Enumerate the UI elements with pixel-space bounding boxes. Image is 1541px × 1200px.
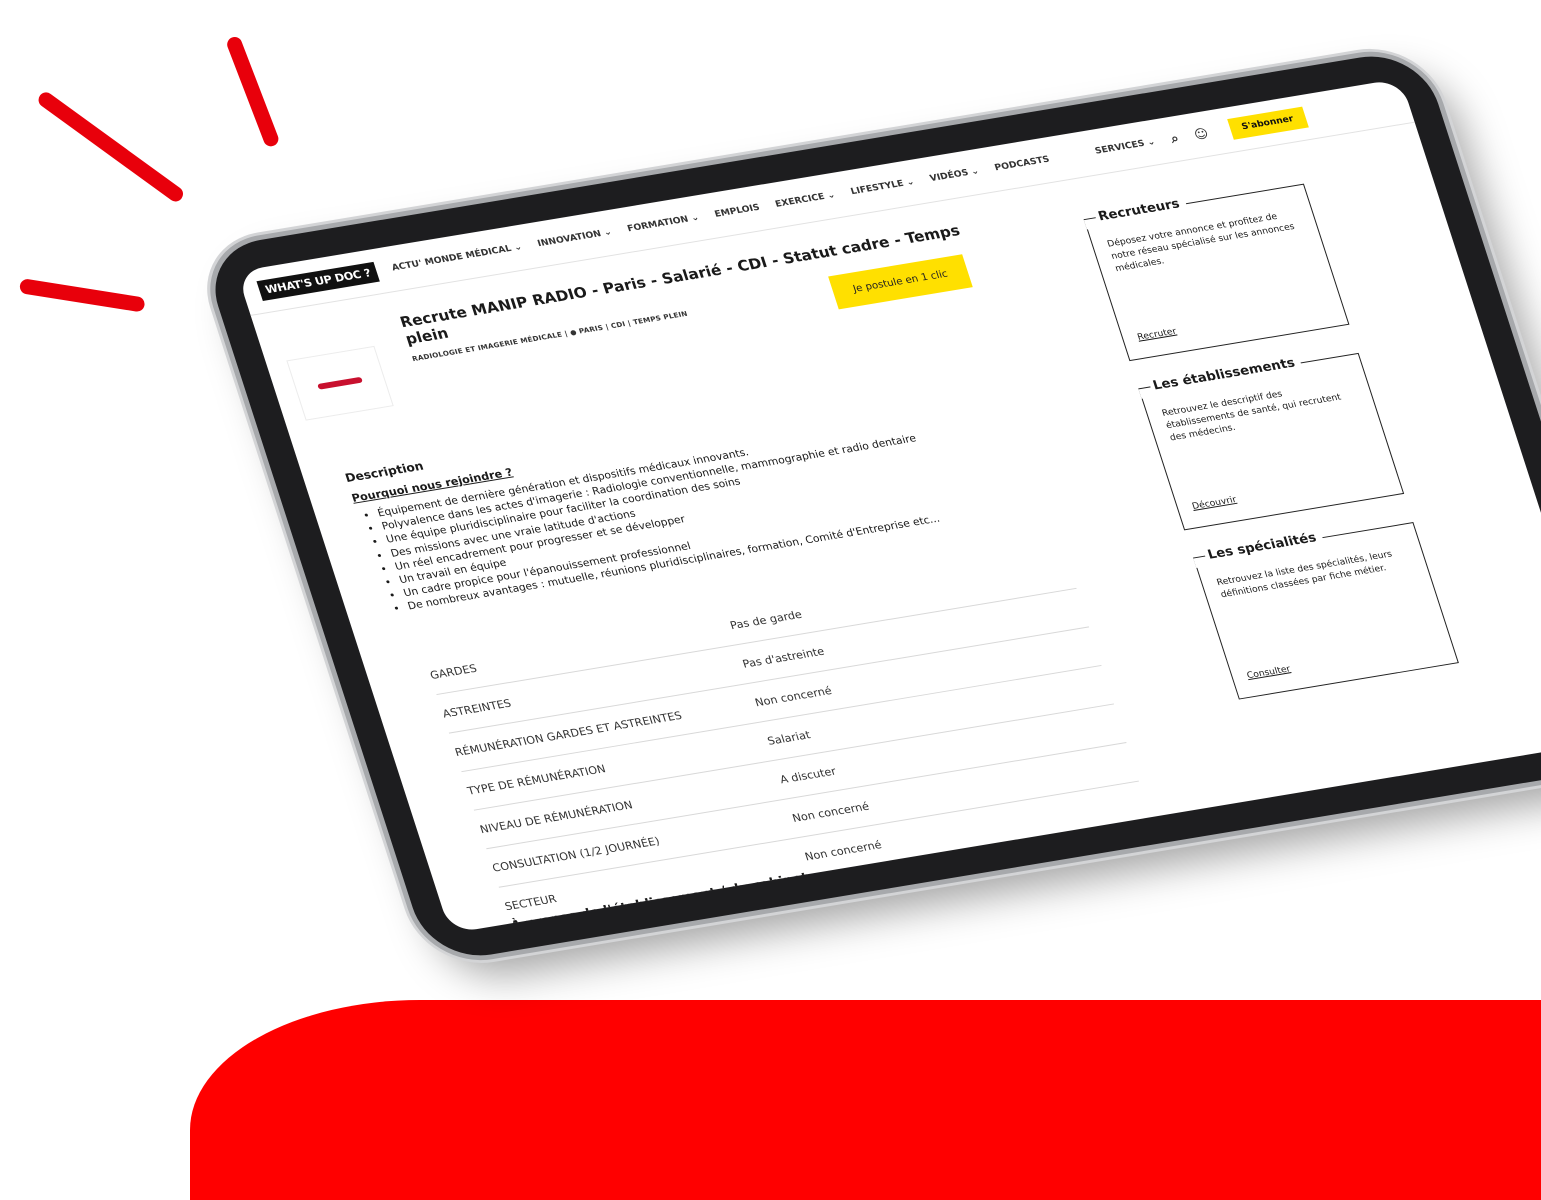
company-logo [286,345,394,421]
detail-value: Pas de garde [728,607,804,632]
tablet-device: WHAT'S UP DOC ? ACTU' MONDE MÉDICAL ⌄ IN… [200,47,1541,965]
detail-value: Pas d'astreinte [740,644,826,671]
user-icon[interactable]: ☺ [1192,126,1210,142]
nav-item-formation[interactable]: FORMATION ⌄ [626,213,700,234]
nav-item-exercice[interactable]: EXERCICE ⌄ [774,190,837,209]
red-background-shape [190,1000,1541,1200]
tablet-screen: WHAT'S UP DOC ? ACTU' MONDE MÉDICAL ⌄ IN… [236,78,1541,934]
discover-link[interactable]: Découvrir [1191,494,1239,514]
nav-item-podcasts[interactable]: PODCASTS [993,155,1050,173]
nav-item-emplois[interactable]: EMPLOIS [713,203,761,220]
burst-line-bottom [18,278,146,313]
subscribe-button[interactable]: S'abonner [1226,106,1309,140]
nav-item-services[interactable]: SERVICES ⌄ [1094,137,1157,156]
location-icon: ● [568,328,578,337]
nav-item-lifestyle[interactable]: LIFESTYLE ⌄ [850,177,916,197]
detail-value: A discuter [778,764,838,786]
search-icon[interactable]: ⌕ [1169,131,1181,146]
specialties-card: Les spécialités Retrouvez la liste des s… [1190,522,1459,700]
consult-link[interactable]: Consulter [1245,664,1292,683]
burst-line-top [224,34,281,149]
nav-item-actu[interactable]: ACTU' MONDE MÉDICAL ⌄ [391,242,524,273]
nav-item-videos[interactable]: VIDÉOS ⌄ [929,166,981,183]
burst-line-middle [35,89,186,205]
detail-value: Non concerné [790,799,871,825]
recruit-link[interactable]: Recruter [1136,326,1178,345]
job-contract: CDI [609,320,627,331]
detail-value: Non concerné [753,683,834,709]
establishments-card: Les établissements Retrouvez le descript… [1135,352,1405,531]
recruiters-card: Recruteurs Déposez votre annonce et prof… [1081,183,1350,362]
card-title: Recruteurs [1081,194,1189,230]
nav-item-innovation[interactable]: INNOVATION ⌄ [536,227,613,249]
detail-value: Salariat [765,728,812,748]
detail-value: Non concerné [803,838,884,863]
job-city: PARIS [577,323,605,336]
site-logo[interactable]: WHAT'S UP DOC ? [256,261,380,301]
job-time: TEMPS PLEIN [632,309,689,327]
job-details-table: GARDES Pas de garde ASTREINTES Pas d'astre… [424,550,1152,927]
